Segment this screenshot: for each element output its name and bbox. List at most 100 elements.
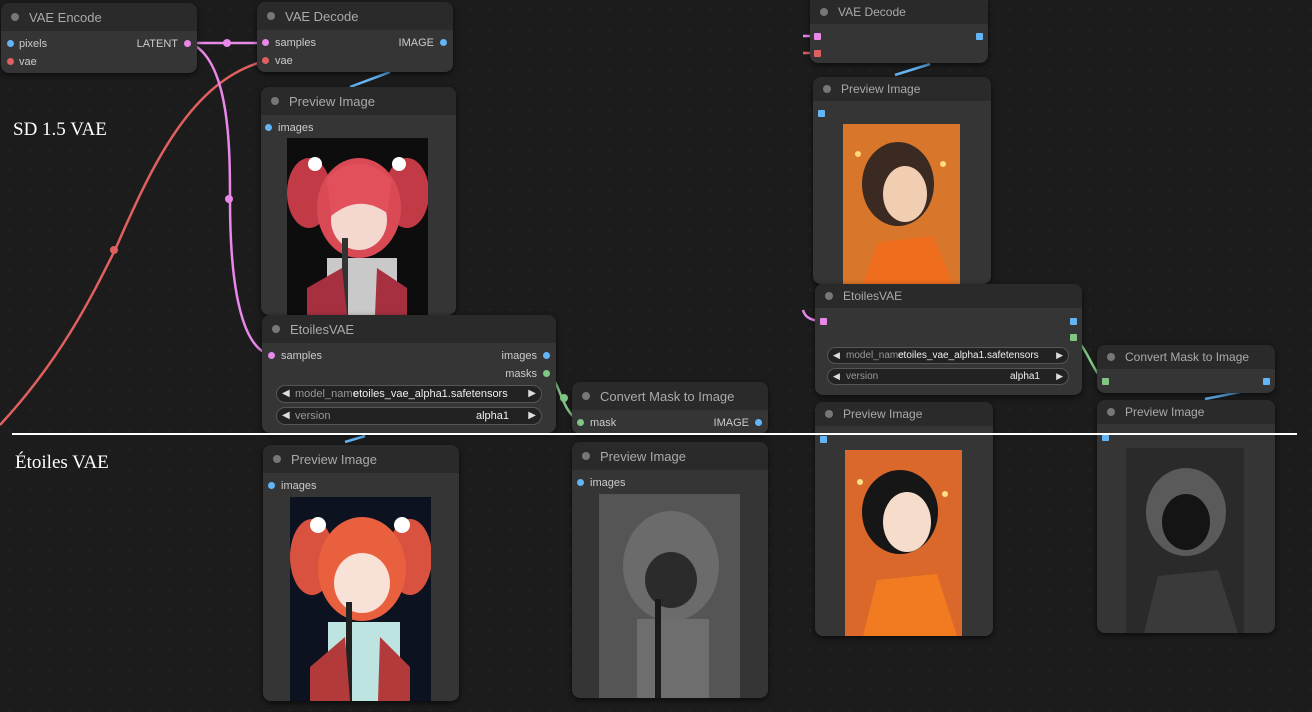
output-port-image[interactable]: [440, 39, 447, 46]
node-title: Preview Image: [289, 94, 375, 109]
arrow-right-icon[interactable]: ▶: [528, 388, 536, 399]
version-combo[interactable]: ◀ version alpha1 ▶: [827, 368, 1069, 385]
mask-preview-image: [599, 494, 740, 698]
input-label-vae: vae: [19, 56, 37, 68]
node-title: VAE Encode: [29, 10, 102, 25]
etoiles-vae-caption: Étoiles VAE: [15, 452, 109, 473]
node-title: Preview Image: [843, 407, 923, 421]
arrow-left-icon[interactable]: ◀: [282, 388, 290, 399]
input-port-samples[interactable]: [814, 33, 821, 40]
arrow-left-icon[interactable]: ◀: [282, 410, 290, 421]
arrow-right-icon[interactable]: ▶: [1056, 350, 1063, 361]
output-label-images: images: [501, 350, 537, 362]
output-port-image[interactable]: [1263, 378, 1270, 385]
node-title: Preview Image: [291, 452, 377, 467]
node-title: Preview Image: [600, 449, 686, 464]
output-label-masks: masks: [505, 368, 537, 380]
collapse-dot-icon[interactable]: [582, 392, 590, 400]
arrow-left-icon[interactable]: ◀: [833, 371, 840, 382]
input-port-images[interactable]: [577, 479, 584, 486]
output-port-latent[interactable]: [184, 40, 191, 47]
vae-encode-node[interactable]: VAE Encode pixels vae LATENT: [1, 3, 197, 73]
input-port-images[interactable]: [268, 482, 275, 489]
input-label-samples: samples: [275, 37, 316, 49]
input-port-images[interactable]: [818, 110, 825, 117]
input-label-images: images: [281, 480, 317, 492]
preview-image-node[interactable]: Preview Image images: [261, 87, 456, 315]
arrow-left-icon[interactable]: ◀: [833, 350, 840, 361]
node-title: Convert Mask to Image: [600, 389, 735, 404]
output-port-masks[interactable]: [543, 370, 550, 377]
output-port-images[interactable]: [1070, 318, 1077, 325]
input-port-images[interactable]: [265, 124, 272, 131]
etoiles-vae-node[interactable]: EtoilesVAE samples images masks ◀ model_…: [262, 315, 556, 433]
collapse-dot-icon[interactable]: [823, 85, 831, 93]
collapse-dot-icon[interactable]: [273, 455, 281, 463]
version-value: alpha1: [1009, 371, 1040, 382]
input-label-samples: samples: [281, 350, 322, 362]
sd15-vae-caption: SD 1.5 VAE: [13, 119, 107, 140]
input-label-images: images: [590, 477, 626, 489]
vae-decode-node[interactable]: VAE Decode samples vae IMAGE: [257, 2, 453, 72]
node-title: VAE Decode: [838, 5, 906, 19]
version-combo[interactable]: ◀ version alpha1 ▶: [276, 407, 542, 425]
output-port-images[interactable]: [543, 352, 550, 359]
preview-image-node[interactable]: Preview Image images: [263, 445, 459, 701]
node-title: Preview Image: [841, 82, 921, 96]
input-port-vae[interactable]: [814, 50, 821, 57]
preview-image-node[interactable]: Preview Image: [815, 402, 993, 636]
anime-girl-preview-image: [287, 138, 428, 315]
output-label-image: IMAGE: [398, 37, 434, 49]
arrow-right-icon[interactable]: ▶: [528, 410, 536, 421]
collapse-dot-icon[interactable]: [267, 12, 275, 20]
input-port-vae[interactable]: [7, 58, 14, 65]
arrow-right-icon[interactable]: ▶: [1056, 371, 1063, 382]
collapse-dot-icon[interactable]: [11, 13, 19, 21]
input-port-samples[interactable]: [820, 318, 827, 325]
anime-girl-preview-image: [290, 497, 431, 701]
input-port-mask[interactable]: [577, 419, 584, 426]
section-divider: [12, 433, 1297, 435]
collapse-dot-icon[interactable]: [272, 325, 280, 333]
model-name-combo[interactable]: ◀ model_name etoiles_vae_alpha1.safetens…: [276, 385, 542, 403]
collapse-dot-icon[interactable]: [825, 292, 833, 300]
node-title: VAE Decode: [285, 9, 359, 24]
input-port-images[interactable]: [1102, 434, 1109, 441]
woman-preview-image: [843, 124, 960, 284]
input-label-images: images: [278, 122, 314, 134]
input-port-samples[interactable]: [268, 352, 275, 359]
node-title: EtoilesVAE: [290, 322, 355, 337]
input-port-mask[interactable]: [1102, 378, 1109, 385]
collapse-dot-icon[interactable]: [1107, 408, 1115, 416]
version-value: alpha1: [475, 410, 509, 422]
convert-mask-to-image-node[interactable]: Convert Mask to Image: [1097, 345, 1275, 393]
convert-mask-to-image-node[interactable]: Convert Mask to Image mask IMAGE: [572, 382, 768, 434]
model-name-value: etoiles_vae_alpha1.safetensors: [353, 388, 508, 400]
input-label-mask: mask: [590, 417, 617, 429]
output-port-image[interactable]: [976, 33, 983, 40]
input-port-vae[interactable]: [262, 57, 269, 64]
input-port-pixels[interactable]: [7, 40, 14, 47]
output-label-image: IMAGE: [713, 417, 749, 429]
collapse-dot-icon[interactable]: [825, 410, 833, 418]
mask-preview-image: [1126, 448, 1244, 633]
input-port-images[interactable]: [820, 436, 827, 443]
output-port-image[interactable]: [755, 419, 762, 426]
input-port-samples[interactable]: [262, 39, 269, 46]
woman-preview-image: [845, 450, 962, 636]
output-label-latent: LATENT: [136, 38, 178, 50]
etoiles-vae-node[interactable]: EtoilesVAE ◀ model_name etoiles_vae_alph…: [815, 284, 1082, 395]
preview-image-node[interactable]: Preview Image: [813, 77, 991, 284]
collapse-dot-icon[interactable]: [582, 452, 590, 460]
vae-decode-node[interactable]: VAE Decode: [810, 0, 988, 63]
output-port-masks[interactable]: [1070, 334, 1077, 341]
preview-image-node[interactable]: Preview Image images: [572, 442, 768, 698]
input-label-vae: vae: [275, 55, 293, 67]
collapse-dot-icon[interactable]: [820, 8, 828, 16]
node-title: Preview Image: [1125, 405, 1205, 419]
model-name-combo[interactable]: ◀ model_name etoiles_vae_alpha1.safetens…: [827, 347, 1069, 364]
collapse-dot-icon[interactable]: [271, 97, 279, 105]
collapse-dot-icon[interactable]: [1107, 353, 1115, 361]
input-label-pixels: pixels: [19, 38, 48, 50]
node-title: Convert Mask to Image: [1125, 350, 1250, 364]
